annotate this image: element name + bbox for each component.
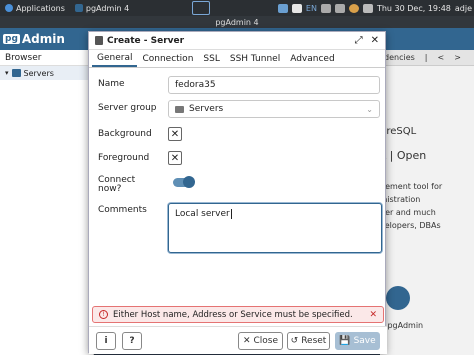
reset-button-label: Reset	[301, 336, 327, 346]
folder-icon	[175, 105, 184, 113]
logo-pg: pg	[3, 34, 20, 44]
tab-scroll-right[interactable]: >	[454, 53, 461, 62]
dialog-title: Create - Server	[107, 35, 185, 46]
dialog-footer: i ? ✕ Close ↺ Reset 💾 Save	[89, 326, 387, 354]
active-window-indicator[interactable]	[192, 1, 210, 15]
server-icon	[95, 36, 103, 45]
tab-ssh-tunnel[interactable]: SSH Tunnel	[225, 51, 285, 67]
close-icon[interactable]: ✕	[371, 35, 379, 46]
clock[interactable]: Thu 30 Dec, 19:48	[377, 4, 451, 13]
error-message: ! Either Host name, Address or Service m…	[92, 306, 384, 323]
tab-scroll-left[interactable]: <	[437, 53, 444, 62]
logo-name: Admin	[21, 32, 65, 46]
server-group-label: Server group	[98, 103, 157, 113]
server-group-value: Servers	[189, 104, 224, 114]
browser-panel-header: Browser	[0, 50, 93, 66]
dashboard-panel: dencies | < > greSQL L | Open gement too…	[380, 50, 474, 355]
chat-icon[interactable]	[291, 3, 302, 13]
comments-textarea[interactable]: Local server	[168, 203, 382, 253]
apps-icon	[5, 4, 13, 12]
tab-ssl[interactable]: SSL	[198, 51, 224, 67]
display-icon[interactable]	[277, 3, 288, 13]
window-title-bar: pgAdmin 4	[0, 16, 474, 28]
volume-icon[interactable]	[334, 3, 345, 13]
chevron-down-icon[interactable]: ⌄	[366, 105, 373, 114]
name-input[interactable]: fedora35	[168, 76, 380, 94]
comments-label: Comments	[98, 205, 147, 215]
servers-icon	[11, 69, 21, 77]
name-label: Name	[98, 79, 125, 89]
tab-separator: |	[424, 53, 428, 62]
connect-now-toggle[interactable]	[173, 176, 195, 188]
browser-panel: Browser ▾ Servers	[0, 50, 94, 355]
taskbar-pgadmin[interactable]: pgAdmin 4	[70, 0, 134, 16]
background-color-picker[interactable]: ✕	[168, 127, 182, 141]
dialog-title-bar[interactable]: Create - Server ⤢ ✕	[89, 32, 385, 50]
save-button-label: Save	[353, 336, 376, 346]
tab-connection[interactable]: Connection	[137, 51, 198, 67]
power-icon[interactable]	[348, 3, 359, 13]
tab-dependencies[interactable]: dencies	[384, 53, 415, 62]
close-icon: ✕	[242, 336, 251, 346]
taskbar-pgadmin-label: pgAdmin 4	[85, 3, 130, 13]
toggle-knob	[183, 176, 195, 188]
pgadmin-logo: pg Admin	[3, 32, 65, 46]
info-icon: i	[104, 336, 108, 346]
reset-icon: ↺	[290, 336, 299, 346]
battery-icon[interactable]	[362, 3, 373, 13]
language-indicator[interactable]: EN	[306, 4, 317, 13]
close-button[interactable]: ✕ Close	[238, 332, 283, 350]
save-icon: 💾	[339, 336, 351, 346]
browser-title: Browser	[5, 52, 42, 63]
foreground-color-picker[interactable]: ✕	[168, 151, 182, 165]
close-button-label: Close	[253, 336, 279, 346]
tree-item-servers[interactable]: ▾ Servers	[0, 66, 93, 80]
reset-button[interactable]: ↺ Reset	[287, 332, 330, 350]
welcome-line-3: gement tool for	[380, 182, 443, 191]
welcome-line-6: velopers, DBAs	[380, 221, 441, 230]
help-icon: ?	[129, 336, 135, 346]
info-button[interactable]: i	[96, 332, 116, 350]
system-top-bar: Applications pgAdmin 4 EN Thu 30 Dec, 19…	[0, 0, 474, 16]
tree-item-label: Servers	[23, 68, 54, 78]
welcome-line-2: L | Open	[380, 149, 427, 162]
network-icon[interactable]	[320, 3, 331, 13]
maximize-icon[interactable]: ⤢	[355, 35, 363, 46]
dashboard-tabs: dencies | < >	[380, 50, 474, 66]
create-server-dialog: Create - Server ⤢ ✕ General Connection S…	[88, 31, 387, 354]
dismiss-error-icon[interactable]: ✕	[369, 310, 377, 320]
welcome-line-4: inistration	[380, 195, 421, 204]
welcome-line-5: ger and much	[380, 208, 436, 217]
save-button[interactable]: 💾 Save	[335, 332, 380, 350]
help-button[interactable]: ?	[122, 332, 142, 350]
chevron-down-icon[interactable]: ▾	[5, 69, 9, 77]
error-text: Either Host name, Address or Service mus…	[113, 309, 353, 320]
gears-icon	[386, 286, 410, 310]
comments-text: Local server	[175, 209, 230, 219]
applications-label: Applications	[16, 3, 65, 13]
tab-general[interactable]: General	[92, 51, 138, 67]
text-cursor	[230, 209, 232, 219]
pgadmin-task-icon	[74, 4, 83, 12]
foreground-label: Foreground	[98, 153, 150, 163]
dialog-tabs: General Connection SSL SSH Tunnel Advanc…	[89, 50, 385, 68]
connect-now-label-line2: now?	[98, 184, 122, 194]
error-icon: !	[99, 310, 108, 319]
window-title: pgAdmin 4	[215, 17, 259, 27]
tab-advanced[interactable]: Advanced	[285, 51, 339, 67]
user-menu[interactable]: adje	[455, 4, 472, 13]
background-label: Background	[98, 129, 152, 139]
applications-menu[interactable]: Applications	[0, 0, 70, 16]
server-group-select[interactable]: Servers ⌄	[168, 100, 380, 118]
clear-icon: ✕	[170, 152, 180, 164]
clear-icon: ✕	[170, 128, 180, 140]
